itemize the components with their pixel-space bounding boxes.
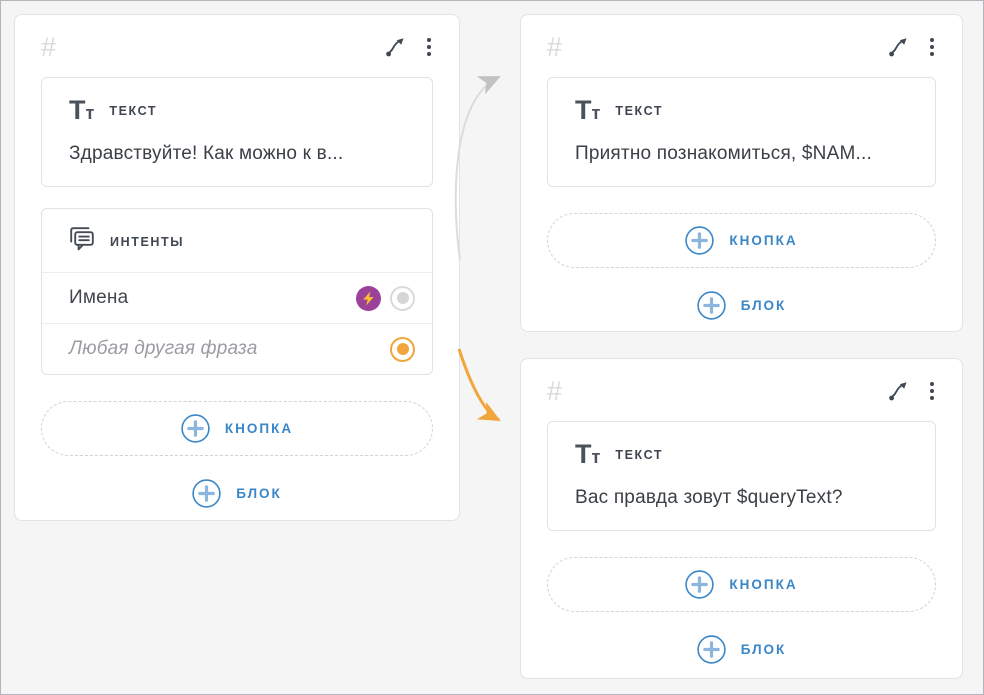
text-icon: Тт <box>575 441 600 468</box>
intents-block[interactable]: ИНТЕНТЫ Имена Любая другая фраза <box>41 208 433 375</box>
card-header: # <box>41 27 433 67</box>
intent-connection-radio[interactable] <box>390 286 415 311</box>
text-screen-block[interactable]: Тт ТЕКСТ Вас правда зовут $queryText? <box>547 421 936 531</box>
text-screen-block[interactable]: Тт ТЕКСТ Приятно познакомиться, $NAM... <box>547 77 936 187</box>
bot-block-card-start[interactable]: # Тт ТЕКСТ Здравствуйте! Как можно к в..… <box>14 14 460 521</box>
card-header: # <box>547 27 936 67</box>
card-header: # <box>547 371 936 411</box>
add-button-label: КНОПКА <box>729 233 797 248</box>
intents-icon <box>69 226 95 257</box>
bot-block-card-greeting[interactable]: # Тт ТЕКСТ Приятно познакомиться, $NAM..… <box>520 14 963 332</box>
add-button-button[interactable]: КНОПКА <box>41 401 433 456</box>
add-button-label: КНОПКА <box>729 577 797 592</box>
add-button-label: КНОПКА <box>225 421 293 436</box>
add-block-button[interactable]: БЛОК <box>41 474 433 512</box>
plus-circle-icon <box>697 635 726 664</box>
intents-block-label: ИНТЕНТЫ <box>110 235 184 249</box>
connect-icon[interactable] <box>887 379 911 403</box>
more-menu-icon[interactable] <box>425 36 433 58</box>
intent-row-imena[interactable]: Имена <box>42 273 432 324</box>
hash-icon: # <box>41 34 56 61</box>
intent-connection-radio-active[interactable] <box>390 337 415 362</box>
add-block-button[interactable]: БЛОК <box>547 630 936 668</box>
text-block-body[interactable]: Здравствуйте! Как можно к в... <box>69 143 405 165</box>
connection-gray[interactable] <box>456 77 499 260</box>
intent-row-any-phrase[interactable]: Любая другая фраза <box>42 324 432 374</box>
add-block-label: БЛОК <box>236 486 282 501</box>
plus-circle-icon <box>685 570 714 599</box>
plus-circle-icon <box>697 291 726 320</box>
bot-block-card-confirm[interactable]: # Тт ТЕКСТ Вас правда зовут $queryText? … <box>520 358 963 679</box>
card-header-actions <box>887 379 936 403</box>
more-menu-icon[interactable] <box>928 380 936 402</box>
more-menu-icon[interactable] <box>928 36 936 58</box>
add-block-label: БЛОК <box>741 298 787 313</box>
text-block-body[interactable]: Приятно познакомиться, $NAM... <box>575 143 908 165</box>
add-block-button[interactable]: БЛОК <box>547 286 936 324</box>
text-block-body[interactable]: Вас правда зовут $queryText? <box>575 487 908 509</box>
add-button-button[interactable]: КНОПКА <box>547 213 936 268</box>
card-header-actions <box>887 35 936 59</box>
plus-circle-icon <box>685 226 714 255</box>
intent-label: Имена <box>69 287 356 309</box>
text-block-header: Тт ТЕКСТ <box>575 97 908 124</box>
hash-icon: # <box>547 378 562 405</box>
card-header-actions <box>384 35 433 59</box>
text-icon: Тт <box>69 97 94 124</box>
add-button-button[interactable]: КНОПКА <box>547 557 936 612</box>
hash-icon: # <box>547 34 562 61</box>
text-block-header: Тт ТЕКСТ <box>69 97 405 124</box>
connection-orange[interactable] <box>459 349 499 420</box>
connect-icon[interactable] <box>887 35 911 59</box>
intent-label: Любая другая фраза <box>69 338 390 360</box>
text-block-label: ТЕКСТ <box>109 104 157 118</box>
plus-circle-icon <box>192 479 221 508</box>
connect-icon[interactable] <box>384 35 408 59</box>
text-block-label: ТЕКСТ <box>615 448 663 462</box>
text-block-label: ТЕКСТ <box>615 104 663 118</box>
text-block-header: Тт ТЕКСТ <box>575 441 908 468</box>
add-block-label: БЛОК <box>741 642 787 657</box>
text-icon: Тт <box>575 97 600 124</box>
lightning-badge-icon[interactable] <box>356 286 381 311</box>
intents-block-header: ИНТЕНТЫ <box>42 209 432 273</box>
text-screen-block[interactable]: Тт ТЕКСТ Здравствуйте! Как можно к в... <box>41 77 433 187</box>
plus-circle-icon <box>181 414 210 443</box>
